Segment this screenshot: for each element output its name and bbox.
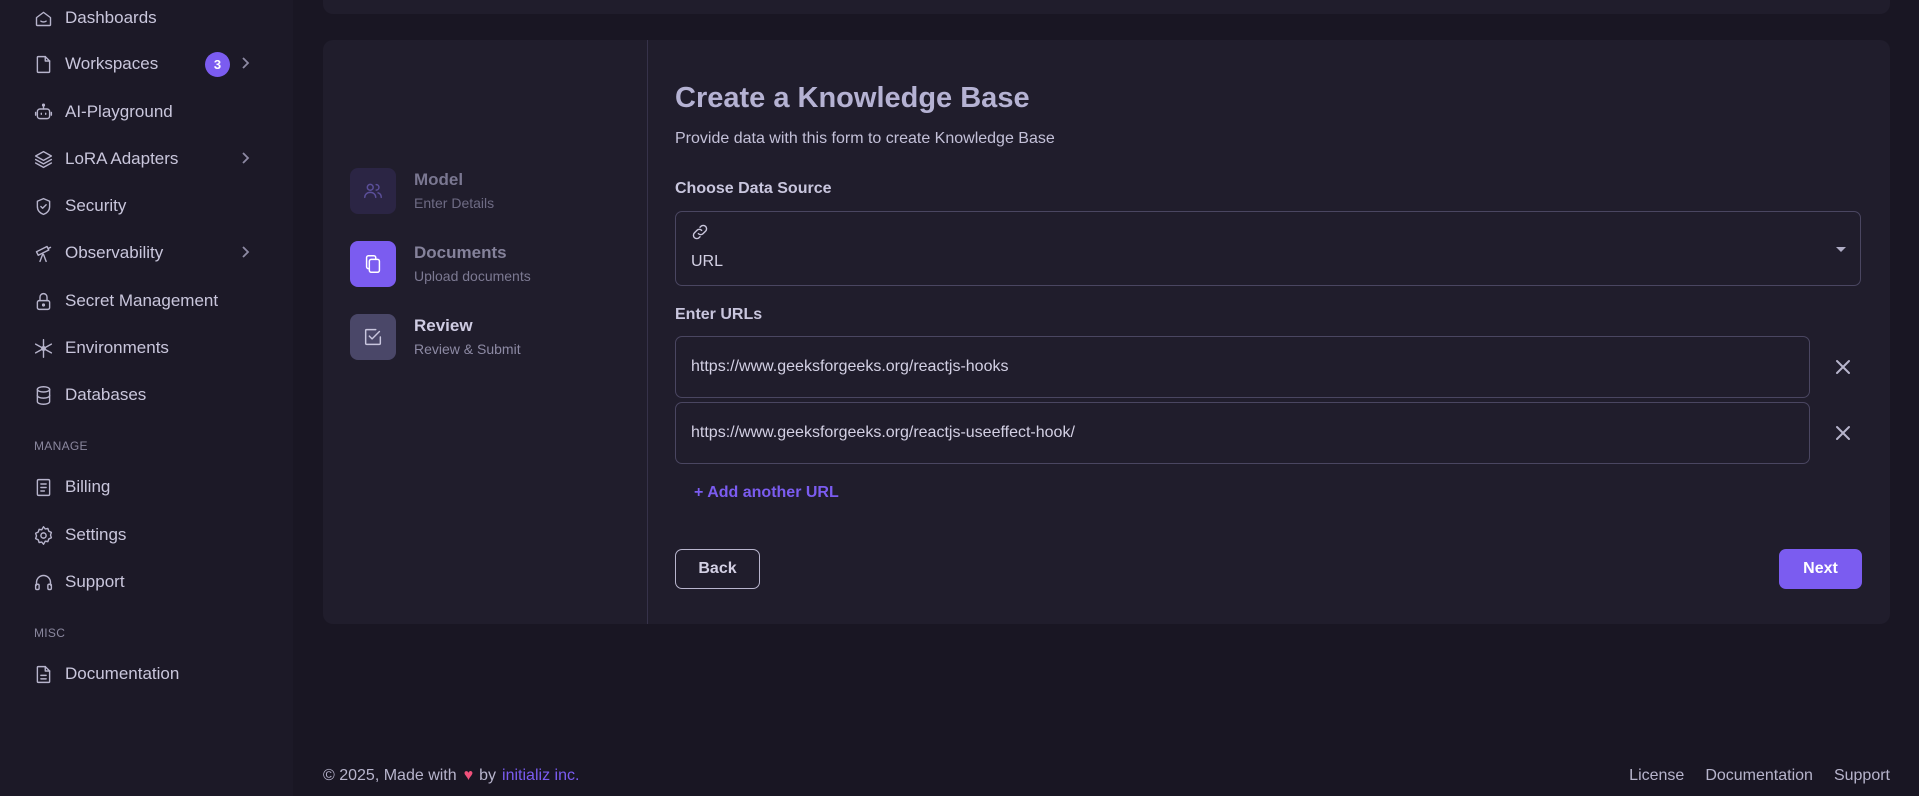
link-icon [690,222,710,242]
document-icon [32,663,54,685]
step-subtitle: Enter Details [414,195,495,211]
close-icon [1836,360,1850,374]
lock-icon [32,290,54,312]
next-button[interactable]: Next [1779,549,1862,589]
step-model-box [350,168,396,214]
sidebar-item-label: AI-Playground [65,102,173,121]
step-title: Documents [414,243,507,262]
urls-label: Enter URLs [675,306,763,323]
step-model[interactable]: Model Enter Details [350,168,494,214]
database-icon [32,384,54,406]
telescope-icon [32,242,54,264]
sidebar-item-label: Workspaces [65,54,159,73]
data-source-select[interactable]: URL [675,211,1861,286]
sidebar-item-settings[interactable]: Settings [32,519,262,551]
close-icon [1836,426,1850,440]
sidebar-item-label: Dashboards [65,8,157,27]
step-subtitle: Review & Submit [414,341,521,357]
sidebar-item-label: Databases [65,385,147,404]
footer-copyright: © 2025, Made with ♥ by initializ inc. [323,767,579,785]
brand-link[interactable]: initializ inc. [502,767,579,785]
footer-link-license[interactable]: License [1629,767,1684,785]
sidebar-item-observability[interactable]: Observability [32,237,262,269]
sidebar-item-billing[interactable]: Billing [32,471,262,503]
step-title: Model [414,170,464,189]
remove-url-button-2[interactable] [1831,421,1855,445]
gear-icon [32,524,54,546]
sidebar-item-ai-playground[interactable]: AI-Playground [32,96,262,128]
footer-link-support[interactable]: Support [1834,767,1890,785]
section-label-misc: MISC [34,626,66,640]
sidebar-item-security[interactable]: Security [32,190,262,222]
sidebar-item-label: Environments [65,338,169,357]
checkbox-icon [364,328,382,346]
shield-check-icon [32,195,54,217]
url-input-1[interactable] [675,336,1810,398]
sidebar-item-dashboards[interactable]: Dashboards [32,2,262,34]
users-icon [364,183,382,199]
sidebar-item-label: Observability [65,243,164,262]
copyright-text: © 2025, Made with [323,767,457,784]
sidebar-item-support[interactable]: Support [32,566,262,598]
sidebar-item-label: Security [65,196,127,215]
knowledge-base-card: Model Enter Details Documents Upload doc… [323,40,1890,624]
sidebar-item-workspaces[interactable]: Workspaces 3 [32,48,262,80]
step-review[interactable]: Review Review & Submit [350,314,521,360]
robot-icon [32,101,54,123]
step-title: Review [414,316,473,335]
page-title: Create a Knowledge Base [675,82,1030,114]
previous-card [323,0,1890,14]
snowflake-icon [32,337,54,359]
headset-icon [32,571,54,593]
sidebar-item-secret-management[interactable]: Secret Management [32,285,262,317]
step-subtitle: Upload documents [414,268,531,284]
remove-url-button-1[interactable] [1831,355,1855,379]
url-input-2[interactable] [675,402,1810,464]
sidebar-item-label: Support [65,572,125,591]
data-source-label: Choose Data Source [675,180,832,197]
file-icon [32,53,54,75]
sidebar-item-label: Secret Management [65,291,219,310]
data-source-value: URL [691,253,724,270]
sidebar-item-label: LoRA Adapters [65,149,179,168]
sidebar-item-environments[interactable]: Environments [32,332,262,364]
step-documents[interactable]: Documents Upload documents [350,241,531,287]
chevron-right-icon [238,151,252,165]
sidebar-item-label: Documentation [65,664,180,683]
sidebar-item-label: Billing [65,477,111,496]
by-text: by [479,767,497,784]
receipt-icon [32,476,54,498]
step-review-box [350,314,396,360]
copy-icon [365,255,381,273]
page-subtitle: Provide data with this form to create Kn… [675,130,1055,147]
sidebar-item-lora-adapters[interactable]: LoRA Adapters [32,143,262,175]
back-button[interactable]: Back [675,549,760,589]
home-icon [32,7,54,29]
chevron-right-icon [238,56,252,70]
sidebar: Dashboards Workspaces 3 AI-Playground Lo… [0,0,293,796]
workspaces-count-badge: 3 [205,52,230,77]
chevron-right-icon [238,245,252,259]
sidebar-item-documentation[interactable]: Documentation [32,658,262,690]
add-url-button[interactable]: + Add another URL [694,484,839,502]
footer-link-documentation[interactable]: Documentation [1705,767,1813,785]
sidebar-item-label: Settings [65,525,127,544]
stepper-divider [647,40,648,624]
footer-links: License Documentation Support [1629,767,1890,785]
sidebar-item-databases[interactable]: Databases [32,379,262,411]
section-label-manage: MANAGE [34,439,88,453]
caret-down-icon [1836,247,1846,252]
layers-icon [32,148,54,170]
heart-icon: ♥ [463,767,474,784]
step-documents-box [350,241,396,287]
